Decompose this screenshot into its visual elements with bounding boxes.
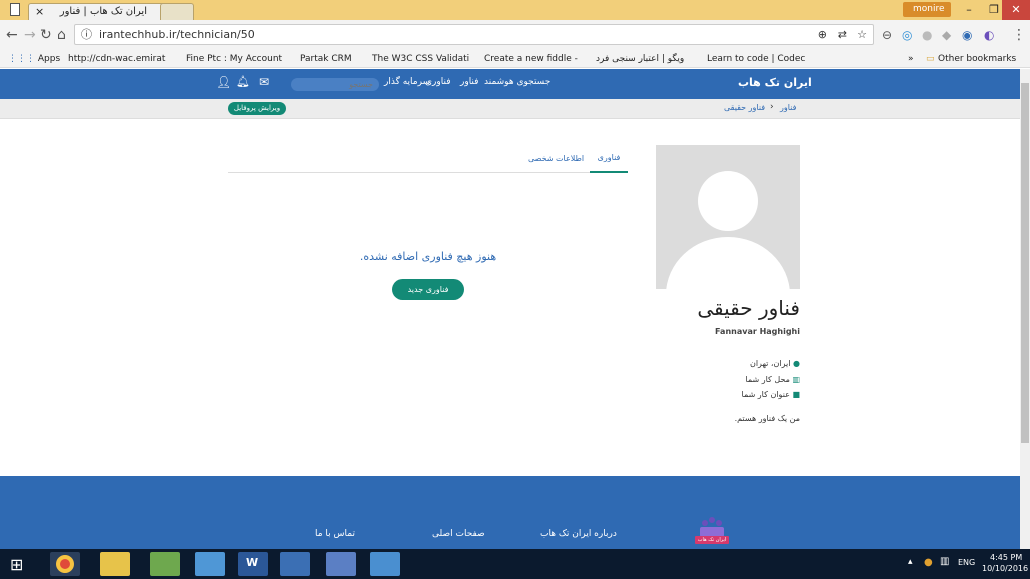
footer-link-contact[interactable]: تماس با ما bbox=[315, 529, 355, 539]
edit-profile-button[interactable]: ویرایش پروفایل bbox=[228, 102, 286, 115]
avatar bbox=[656, 145, 800, 289]
bookmark-star-icon[interactable]: ☆ bbox=[857, 25, 867, 44]
site-brand[interactable]: ایران تک هاب bbox=[738, 76, 812, 89]
extension-icon[interactable]: ◆ bbox=[942, 25, 951, 45]
footer-logo[interactable]: ایران تک هاب bbox=[692, 516, 732, 546]
profile-location: ● ایران، تهران bbox=[749, 359, 800, 368]
tray-app-icon[interactable]: ● bbox=[924, 557, 933, 568]
app-icon[interactable] bbox=[370, 552, 400, 576]
bookmark-item[interactable]: The W3C CSS Validati bbox=[372, 50, 469, 68]
clock-date[interactable]: 10/10/2016 bbox=[982, 564, 1028, 573]
building-icon: ▥ bbox=[792, 375, 800, 384]
minimize-icon[interactable]: – bbox=[955, 0, 983, 20]
media-icon[interactable] bbox=[280, 552, 310, 576]
footer-logo-text: ایران تک هاب bbox=[697, 537, 727, 543]
site-footer: ایران تک هاب درباره ایران تک هاب صفحات ا… bbox=[0, 476, 1020, 549]
nav-smart-search[interactable]: جستجوی هوشمند bbox=[484, 77, 550, 87]
site-search-input[interactable] bbox=[291, 78, 379, 91]
app-icon[interactable] bbox=[195, 552, 225, 576]
tray-chevron-icon[interactable]: ▴ bbox=[908, 557, 913, 567]
briefcase-icon: ■ bbox=[792, 390, 800, 399]
tab-close-icon[interactable]: × bbox=[35, 4, 44, 20]
footer-link-main-pages[interactable]: صفحات اصلی bbox=[432, 529, 485, 539]
profile-name: monire bbox=[913, 4, 945, 14]
bell-icon[interactable]: 🔔︎ bbox=[236, 75, 250, 88]
nav-investor[interactable]: سرمایه گذار bbox=[384, 77, 430, 87]
bookmark-item[interactable]: Fine Ptc : My Account bbox=[186, 50, 282, 68]
translate-icon[interactable]: ⇄ bbox=[838, 25, 847, 44]
apps-icon: ⋮⋮⋮ bbox=[8, 54, 35, 64]
chrome-icon[interactable] bbox=[50, 552, 80, 576]
new-tab-button[interactable] bbox=[160, 3, 194, 20]
new-technology-button[interactable]: فناوری جدید bbox=[392, 279, 464, 300]
close-window-icon[interactable]: ✕ bbox=[1002, 0, 1030, 20]
profile-bio: من یک فناور هستم. bbox=[734, 414, 800, 423]
scrollbar-thumb[interactable] bbox=[1021, 83, 1029, 443]
profile-workplace: ▥ محل کار شما bbox=[745, 375, 800, 384]
tab-title: ایران تک هاب | فناور bbox=[59, 6, 147, 17]
map-pin-icon: ● bbox=[793, 359, 800, 368]
url-text: irantechhub.ir/technician/50 bbox=[99, 28, 255, 41]
profile-job-title: ■ عنوان کار شما bbox=[741, 390, 801, 399]
reload-icon[interactable]: ↻ bbox=[40, 25, 52, 45]
bookmark-item[interactable]: Create a new fiddle - bbox=[484, 50, 578, 68]
breadcrumb-current: فناور حقیقی bbox=[724, 103, 766, 112]
tab-technology[interactable]: فناوری bbox=[590, 145, 628, 173]
menu-icon[interactable]: ⋮ bbox=[1012, 25, 1026, 45]
mail-icon[interactable]: ✉ bbox=[259, 75, 269, 89]
home-icon[interactable]: ⌂ bbox=[57, 25, 66, 45]
bookmark-item[interactable]: http://cdn-wac.emirat bbox=[68, 50, 165, 68]
extension-icon[interactable]: ◐ bbox=[984, 25, 994, 45]
empty-state-message: هنوز هیچ فناوری اضافه نشده. bbox=[359, 250, 497, 263]
back-icon[interactable]: ← bbox=[6, 25, 18, 45]
avatar-silhouette-icon bbox=[666, 171, 790, 289]
browser-title-bar: ایران تک هاب | فناور × monire – ❐ ✕ bbox=[0, 0, 1030, 20]
content-tabs: فناوری اطلاعات شخصی bbox=[228, 145, 628, 173]
page-icon bbox=[10, 3, 20, 16]
breadcrumb-item[interactable]: فناور bbox=[780, 103, 796, 112]
bookmark-item[interactable]: Learn to code | Codec bbox=[707, 50, 805, 68]
profile-name-en: Fannavar Haghighi bbox=[715, 327, 800, 336]
bookmark-item[interactable]: ویگو | اعتبار سنجی فرد bbox=[596, 50, 684, 68]
bookmark-apps[interactable]: ⋮⋮⋮ Apps bbox=[8, 50, 60, 68]
language-indicator[interactable]: ENG bbox=[958, 558, 975, 567]
clock-time[interactable]: 4:45 PM bbox=[990, 553, 1022, 562]
tab-personal-info[interactable]: اطلاعات شخصی bbox=[528, 154, 584, 163]
user-icon[interactable]: 👤︎ bbox=[216, 75, 231, 89]
page-scrollbar[interactable] bbox=[1020, 69, 1030, 549]
breadcrumb-separator: › bbox=[770, 102, 774, 112]
extension-icon[interactable]: ⊖ bbox=[882, 25, 892, 45]
address-bar[interactable]: ⓘ irantechhub.ir/technician/50 ⊕ ⇄ ☆ bbox=[74, 24, 874, 45]
info-icon[interactable]: ⓘ bbox=[81, 25, 92, 44]
zoom-icon[interactable]: ⊕ bbox=[818, 25, 827, 44]
windows-start-icon[interactable]: ⊞ bbox=[10, 555, 23, 574]
extension-icon[interactable]: ◉ bbox=[962, 25, 972, 45]
app-icon[interactable] bbox=[326, 552, 356, 576]
breadcrumb: فناور › فناور حقیقی ویرایش پروفایل bbox=[0, 99, 1020, 119]
windows-taskbar: ⊞ W ▴ ● ▥ ENG 4:45 PM 10/10/2016 bbox=[0, 549, 1030, 579]
folder-icon: ▭ bbox=[926, 54, 935, 64]
bookmarks-more[interactable]: » bbox=[908, 50, 914, 68]
profile-chip[interactable]: monire bbox=[903, 2, 951, 17]
profile-name-fa: فناور حقیقی bbox=[697, 296, 800, 320]
paint-icon[interactable] bbox=[150, 552, 180, 576]
other-bookmarks[interactable]: Other bookmarks bbox=[938, 50, 1016, 68]
browser-toolbar: ← → ↻ ⌂ ⓘ irantechhub.ir/technician/50 ⊕… bbox=[0, 20, 1030, 50]
site-header: ایران تک هاب جستجوی هوشمند فناور فناوری … bbox=[0, 69, 1020, 99]
nav-technician[interactable]: فناور bbox=[460, 77, 478, 87]
forward-icon[interactable]: → bbox=[24, 25, 36, 45]
bookmarks-bar: ⋮⋮⋮ Apps http://cdn-wac.emirat Fine Ptc … bbox=[0, 50, 1030, 68]
extension-icon[interactable]: ◎ bbox=[902, 25, 912, 45]
bookmark-item[interactable]: Partak CRM bbox=[300, 50, 352, 68]
extension-icon[interactable]: ● bbox=[922, 25, 932, 45]
footer-link-about[interactable]: درباره ایران تک هاب bbox=[540, 529, 617, 539]
file-explorer-icon[interactable] bbox=[100, 552, 130, 576]
browser-tab-active[interactable]: ایران تک هاب | فناور × bbox=[28, 3, 168, 20]
word-icon[interactable]: W bbox=[238, 552, 268, 576]
network-icon[interactable]: ▥ bbox=[940, 556, 949, 567]
